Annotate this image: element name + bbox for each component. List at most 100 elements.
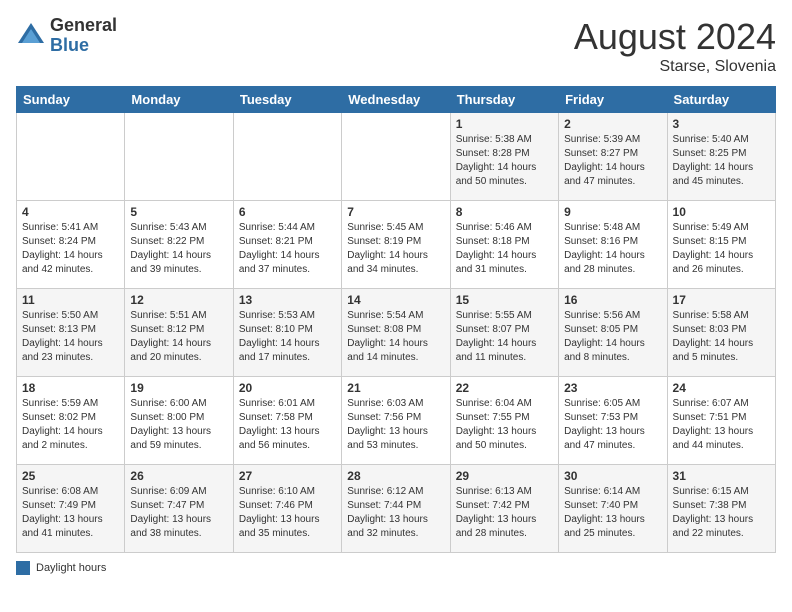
day-number: 30 bbox=[564, 469, 661, 483]
header-row: Sunday Monday Tuesday Wednesday Thursday… bbox=[17, 87, 776, 113]
day-number: 4 bbox=[22, 205, 119, 219]
day-content: Sunrise: 5:51 AM Sunset: 8:12 PM Dayligh… bbox=[130, 309, 227, 365]
calendar-table: Sunday Monday Tuesday Wednesday Thursday… bbox=[16, 86, 776, 553]
day-content: Sunrise: 6:10 AM Sunset: 7:46 PM Dayligh… bbox=[239, 485, 336, 541]
day-content: Sunrise: 5:39 AM Sunset: 8:27 PM Dayligh… bbox=[564, 133, 661, 189]
day-content: Sunrise: 5:40 AM Sunset: 8:25 PM Dayligh… bbox=[673, 133, 770, 189]
day-number: 25 bbox=[22, 469, 119, 483]
day-content: Sunrise: 6:05 AM Sunset: 7:53 PM Dayligh… bbox=[564, 397, 661, 453]
calendar-cell: 10 Sunrise: 5:49 AM Sunset: 8:15 PM Dayli… bbox=[667, 201, 775, 289]
calendar-cell: 20 Sunrise: 6:01 AM Sunset: 7:58 PM Dayli… bbox=[233, 377, 341, 465]
calendar-cell: 21 Sunrise: 6:03 AM Sunset: 7:56 PM Dayli… bbox=[342, 377, 450, 465]
calendar-cell: 24 Sunrise: 6:07 AM Sunset: 7:51 PM Dayli… bbox=[667, 377, 775, 465]
day-content: Sunrise: 6:03 AM Sunset: 7:56 PM Dayligh… bbox=[347, 397, 444, 453]
calendar-cell bbox=[125, 113, 233, 201]
header-monday: Monday bbox=[125, 87, 233, 113]
day-content: Sunrise: 5:46 AM Sunset: 8:18 PM Dayligh… bbox=[456, 221, 553, 277]
day-number: 1 bbox=[456, 117, 553, 131]
day-number: 20 bbox=[239, 381, 336, 395]
day-number: 9 bbox=[564, 205, 661, 219]
calendar-cell: 8 Sunrise: 5:46 AM Sunset: 8:18 PM Daylig… bbox=[450, 201, 558, 289]
day-content: Sunrise: 6:01 AM Sunset: 7:58 PM Dayligh… bbox=[239, 397, 336, 453]
calendar-cell: 17 Sunrise: 5:58 AM Sunset: 8:03 PM Dayli… bbox=[667, 289, 775, 377]
calendar-cell: 13Sunrise: 5:53 AM Sunset: 8:10 PM Dayli… bbox=[233, 289, 341, 377]
logo: General Blue bbox=[16, 16, 117, 56]
day-number: 21 bbox=[347, 381, 444, 395]
day-content: Sunrise: 6:15 AM Sunset: 7:38 PM Dayligh… bbox=[673, 485, 770, 541]
location: Starse, Slovenia bbox=[574, 58, 776, 76]
calendar-cell: 12 Sunrise: 5:51 AM Sunset: 8:12 PM Dayli… bbox=[125, 289, 233, 377]
calendar-cell bbox=[233, 113, 341, 201]
title-block: August 2024 Starse, Slovenia bbox=[574, 16, 776, 76]
calendar-cell: 25 Sunrise: 6:08 AM Sunset: 7:49 PM Dayli… bbox=[17, 465, 125, 553]
calendar-cell: 18Sunrise: 5:59 AM Sunset: 8:02 PM Dayli… bbox=[17, 377, 125, 465]
day-number: 3 bbox=[673, 117, 770, 131]
day-number: 7 bbox=[347, 205, 444, 219]
calendar-cell: 5 Sunrise: 5:43 AM Sunset: 8:22 PM Daylig… bbox=[125, 201, 233, 289]
calendar-cell: 4 Sunrise: 5:41 AM Sunset: 8:24 PM Daylig… bbox=[17, 201, 125, 289]
calendar-cell: 30 Sunrise: 6:14 AM Sunset: 7:40 PM Dayli… bbox=[559, 465, 667, 553]
calendar-cell: 7 Sunrise: 5:45 AM Sunset: 8:19 PM Daylig… bbox=[342, 201, 450, 289]
calendar-cell: 6Sunrise: 5:44 AM Sunset: 8:21 PM Daylig… bbox=[233, 201, 341, 289]
day-number: 31 bbox=[673, 469, 770, 483]
day-content: Sunrise: 5:41 AM Sunset: 8:24 PM Dayligh… bbox=[22, 221, 119, 277]
day-content: Sunrise: 5:38 AM Sunset: 8:28 PM Dayligh… bbox=[456, 133, 553, 189]
header-tuesday: Tuesday bbox=[233, 87, 341, 113]
calendar-cell: 22Sunrise: 6:04 AM Sunset: 7:55 PM Dayli… bbox=[450, 377, 558, 465]
day-content: Sunrise: 5:50 AM Sunset: 8:13 PM Dayligh… bbox=[22, 309, 119, 365]
day-number: 14 bbox=[347, 293, 444, 307]
logo-blue-text: Blue bbox=[50, 36, 117, 56]
calendar-cell: 15Sunrise: 5:55 AM Sunset: 8:07 PM Dayli… bbox=[450, 289, 558, 377]
day-content: Sunrise: 5:54 AM Sunset: 8:08 PM Dayligh… bbox=[347, 309, 444, 365]
calendar-cell: 31 Sunrise: 6:15 AM Sunset: 7:38 PM Dayli… bbox=[667, 465, 775, 553]
day-number: 19 bbox=[130, 381, 227, 395]
day-content: Sunrise: 6:04 AM Sunset: 7:55 PM Dayligh… bbox=[456, 397, 553, 453]
day-content: Sunrise: 6:07 AM Sunset: 7:51 PM Dayligh… bbox=[673, 397, 770, 453]
calendar-week-5: 25 Sunrise: 6:08 AM Sunset: 7:49 PM Dayli… bbox=[17, 465, 776, 553]
calendar-cell bbox=[17, 113, 125, 201]
legend-label: Daylight hours bbox=[36, 562, 106, 574]
calendar-week-4: 18Sunrise: 5:59 AM Sunset: 8:02 PM Dayli… bbox=[17, 377, 776, 465]
calendar-cell: 2Sunrise: 5:39 AM Sunset: 8:27 PM Daylig… bbox=[559, 113, 667, 201]
legend-box bbox=[16, 561, 30, 575]
day-content: Sunrise: 5:58 AM Sunset: 8:03 PM Dayligh… bbox=[673, 309, 770, 365]
day-content: Sunrise: 6:14 AM Sunset: 7:40 PM Dayligh… bbox=[564, 485, 661, 541]
day-number: 12 bbox=[130, 293, 227, 307]
day-number: 5 bbox=[130, 205, 227, 219]
day-number: 17 bbox=[673, 293, 770, 307]
calendar-cell: 26Sunrise: 6:09 AM Sunset: 7:47 PM Dayli… bbox=[125, 465, 233, 553]
logo-icon bbox=[16, 21, 46, 51]
day-content: Sunrise: 5:56 AM Sunset: 8:05 PM Dayligh… bbox=[564, 309, 661, 365]
day-content: Sunrise: 5:44 AM Sunset: 8:21 PM Dayligh… bbox=[239, 221, 336, 277]
day-content: Sunrise: 6:13 AM Sunset: 7:42 PM Dayligh… bbox=[456, 485, 553, 541]
calendar-week-1: 1 Sunrise: 5:38 AM Sunset: 8:28 PM Daylig… bbox=[17, 113, 776, 201]
day-content: Sunrise: 5:43 AM Sunset: 8:22 PM Dayligh… bbox=[130, 221, 227, 277]
day-number: 13 bbox=[239, 293, 336, 307]
day-content: Sunrise: 5:59 AM Sunset: 8:02 PM Dayligh… bbox=[22, 397, 119, 453]
day-content: Sunrise: 6:00 AM Sunset: 8:00 PM Dayligh… bbox=[130, 397, 227, 453]
day-number: 10 bbox=[673, 205, 770, 219]
day-content: Sunrise: 6:08 AM Sunset: 7:49 PM Dayligh… bbox=[22, 485, 119, 541]
calendar-cell: 19 Sunrise: 6:00 AM Sunset: 8:00 PM Dayli… bbox=[125, 377, 233, 465]
calendar-cell: 3 Sunrise: 5:40 AM Sunset: 8:25 PM Daylig… bbox=[667, 113, 775, 201]
day-number: 24 bbox=[673, 381, 770, 395]
day-number: 23 bbox=[564, 381, 661, 395]
header-wednesday: Wednesday bbox=[342, 87, 450, 113]
calendar-cell: 9 Sunrise: 5:48 AM Sunset: 8:16 PM Daylig… bbox=[559, 201, 667, 289]
day-content: Sunrise: 6:09 AM Sunset: 7:47 PM Dayligh… bbox=[130, 485, 227, 541]
day-number: 16 bbox=[564, 293, 661, 307]
month-year: August 2024 bbox=[574, 16, 776, 58]
page-header: General Blue August 2024 Starse, Sloveni… bbox=[16, 16, 776, 76]
day-content: Sunrise: 5:49 AM Sunset: 8:15 PM Dayligh… bbox=[673, 221, 770, 277]
calendar-cell: 16 Sunrise: 5:56 AM Sunset: 8:05 PM Dayli… bbox=[559, 289, 667, 377]
calendar-cell: 23 Sunrise: 6:05 AM Sunset: 7:53 PM Dayli… bbox=[559, 377, 667, 465]
calendar-week-3: 11Sunrise: 5:50 AM Sunset: 8:13 PM Dayli… bbox=[17, 289, 776, 377]
calendar-cell: 14 Sunrise: 5:54 AM Sunset: 8:08 PM Dayli… bbox=[342, 289, 450, 377]
day-number: 8 bbox=[456, 205, 553, 219]
logo-text: General Blue bbox=[50, 16, 117, 56]
calendar-cell: 11Sunrise: 5:50 AM Sunset: 8:13 PM Dayli… bbox=[17, 289, 125, 377]
day-content: Sunrise: 5:48 AM Sunset: 8:16 PM Dayligh… bbox=[564, 221, 661, 277]
day-content: Sunrise: 5:45 AM Sunset: 8:19 PM Dayligh… bbox=[347, 221, 444, 277]
calendar-cell: 29Sunrise: 6:13 AM Sunset: 7:42 PM Dayli… bbox=[450, 465, 558, 553]
calendar-body: 1 Sunrise: 5:38 AM Sunset: 8:28 PM Daylig… bbox=[17, 113, 776, 553]
